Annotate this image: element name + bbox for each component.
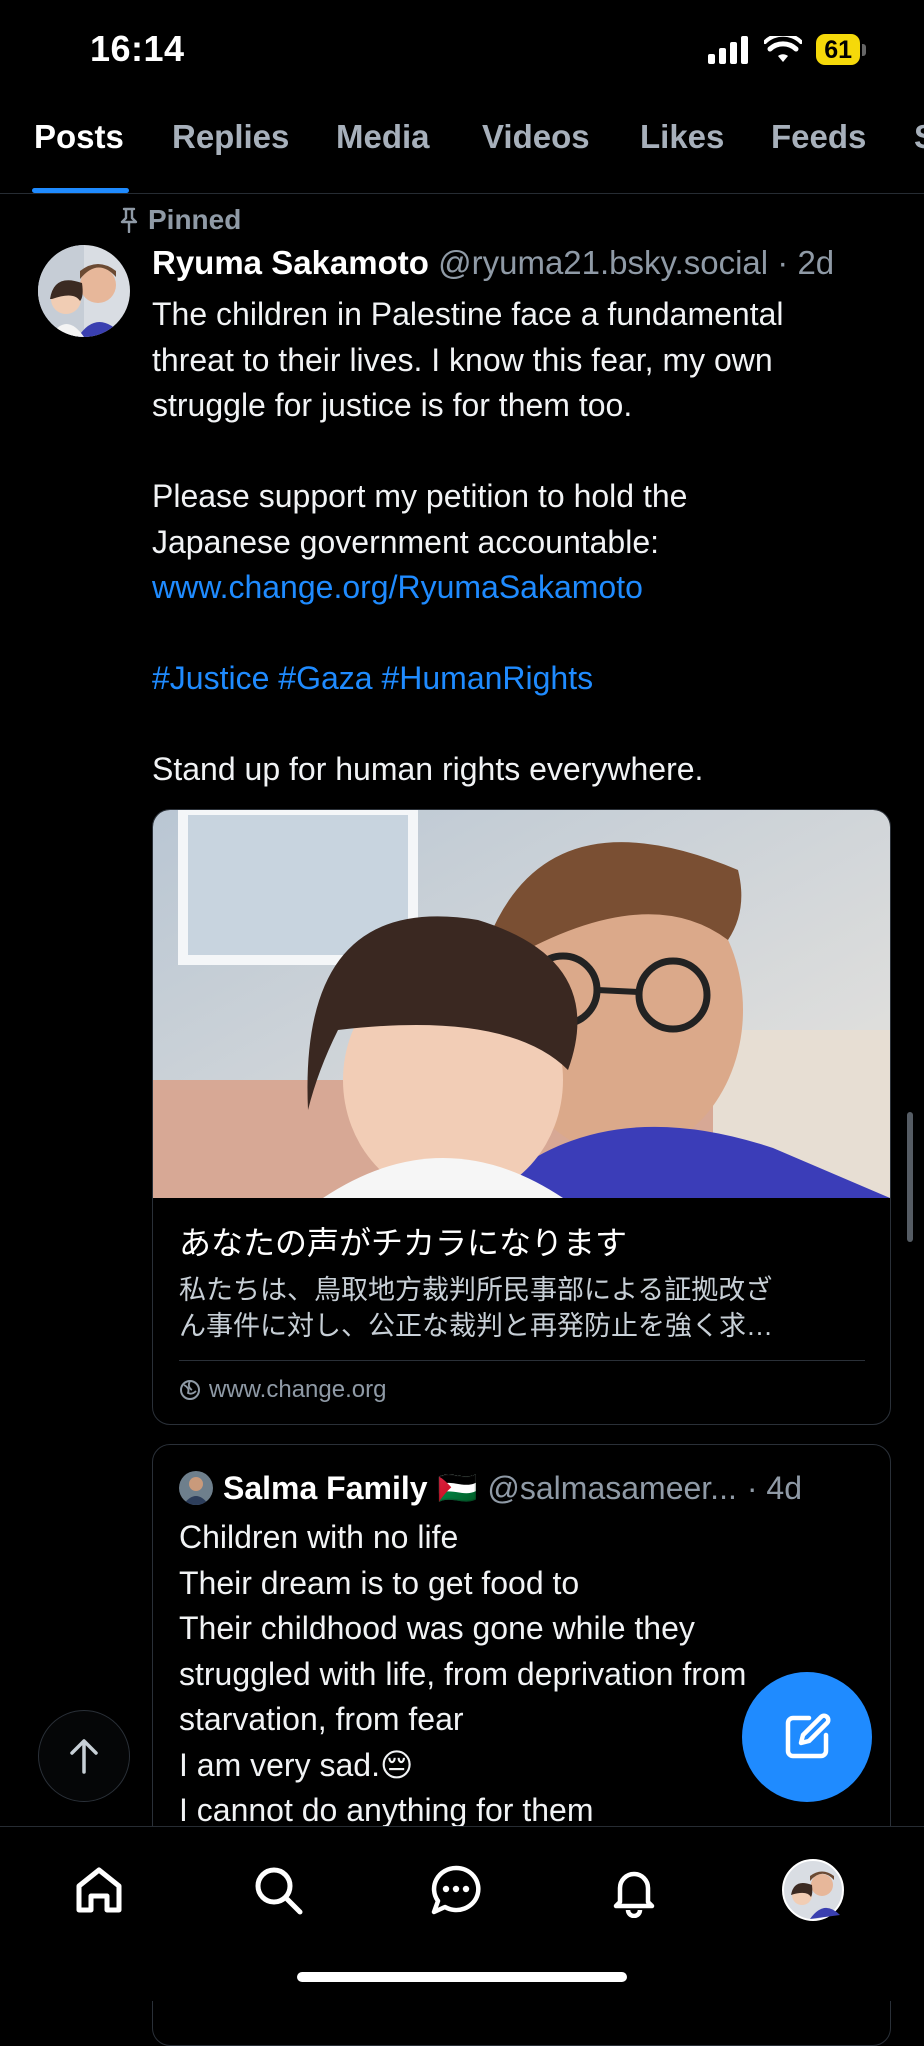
status-icons: 61 xyxy=(708,34,866,65)
arrow-up-icon xyxy=(70,1739,98,1774)
tab-feeds[interactable]: Feeds xyxy=(771,118,866,156)
home-indicator xyxy=(297,1972,627,1982)
profile-avatar xyxy=(782,1859,844,1921)
post-time[interactable]: · 2d xyxy=(777,244,834,281)
tabs-divider xyxy=(0,193,924,194)
status-time: 16:14 xyxy=(90,28,185,69)
tab-posts[interactable]: Posts xyxy=(34,118,124,156)
card-description-line: ん事件に対し、公正な裁判と再発防止を強く求… xyxy=(179,1311,773,1341)
quote-author[interactable]: Salma Family xyxy=(223,1470,428,1507)
nav-notifications[interactable] xyxy=(599,1855,669,1925)
tab-likes[interactable]: Likes xyxy=(640,118,724,156)
pinned-label: Pinned xyxy=(148,204,242,235)
post-line: The children in Palestine face a fundame… xyxy=(152,296,784,332)
nav-home[interactable] xyxy=(64,1855,134,1925)
hashtags[interactable]: #Justice #Gaza #HumanRights xyxy=(152,656,892,702)
quote-handle[interactable]: @salmasameer... xyxy=(487,1470,736,1507)
nav-chat[interactable] xyxy=(421,1855,491,1925)
author-handle[interactable]: @ryuma21.bsky.social xyxy=(438,244,768,281)
quote-line: Their dream is to get food to xyxy=(179,1564,580,1601)
tab-replies[interactable]: Replies xyxy=(172,118,289,156)
post-line: Japanese government accountable: xyxy=(152,523,660,560)
card-divider xyxy=(179,1360,865,1361)
card-domain: www.change.org xyxy=(209,1376,387,1403)
link-preview-image xyxy=(153,810,890,1198)
nav-search[interactable] xyxy=(243,1855,313,1925)
quote-line: Children with no life xyxy=(179,1519,459,1555)
post-text: The children in Palestine face a fundame… xyxy=(152,292,892,793)
chat-icon xyxy=(431,1865,481,1915)
card-description: 私たちは、鳥取地方裁判所民事部による証拠改ざ ん事件に対し、公正な裁判と再発防止… xyxy=(179,1272,869,1344)
quote-avatar[interactable] xyxy=(179,1471,213,1505)
link-preview-card[interactable]: あなたの声がチカラになります 私たちは、鳥取地方裁判所民事部による証拠改ざ ん事… xyxy=(152,809,891,1425)
quote-line: Their childhood was gone while they xyxy=(179,1610,695,1646)
wifi-icon xyxy=(764,35,803,62)
battery-level: 61 xyxy=(816,34,860,65)
card-domain-row: www.change.org xyxy=(179,1376,386,1404)
card-title: あなたの声がチカラになります xyxy=(179,1225,628,1261)
pinned-indicator: Pinned xyxy=(118,204,241,236)
scrollbar[interactable] xyxy=(907,1112,913,1242)
home-icon xyxy=(76,1867,122,1913)
scroll-to-top-button[interactable] xyxy=(38,1710,130,1802)
profile-tabs: Posts Replies Media Videos Likes Feeds S xyxy=(0,118,924,194)
tab-more[interactable]: S xyxy=(914,118,924,156)
author-avatar[interactable] xyxy=(38,245,130,337)
battery-nub xyxy=(862,43,866,56)
tab-media[interactable]: Media xyxy=(336,118,430,156)
search-icon xyxy=(255,1867,303,1915)
flag-emoji: 🇵🇸 xyxy=(437,1470,478,1506)
card-description-line: 私たちは、鳥取地方裁判所民事部による証拠改ざ xyxy=(179,1275,773,1305)
globe-icon xyxy=(180,1380,200,1400)
post-line: struggle for justice is for them too. xyxy=(152,387,633,423)
quote-time[interactable]: · 4d xyxy=(747,1470,802,1507)
tab-videos[interactable]: Videos xyxy=(482,118,590,156)
compose-button[interactable] xyxy=(742,1672,872,1802)
post-line: Please support my petition to hold the xyxy=(152,478,688,514)
petition-link[interactable]: www.change.org/RyumaSakamoto xyxy=(152,565,892,611)
pin-icon xyxy=(120,207,138,233)
signal-icon xyxy=(708,35,749,64)
bell-icon xyxy=(613,1871,655,1918)
post-header: Ryuma Sakamoto @ryuma21.bsky.social · 2d xyxy=(152,244,834,282)
author-name[interactable]: Ryuma Sakamoto xyxy=(152,244,429,281)
compose-icon xyxy=(785,1713,831,1759)
quote-header: Salma Family 🇵🇸 @salmasameer... · 4d xyxy=(179,1469,802,1507)
post-line: Stand up for human rights everywhere. xyxy=(152,751,704,787)
nav-profile[interactable] xyxy=(778,1855,848,1925)
post-line: threat to their lives. I know this fear,… xyxy=(152,341,773,378)
